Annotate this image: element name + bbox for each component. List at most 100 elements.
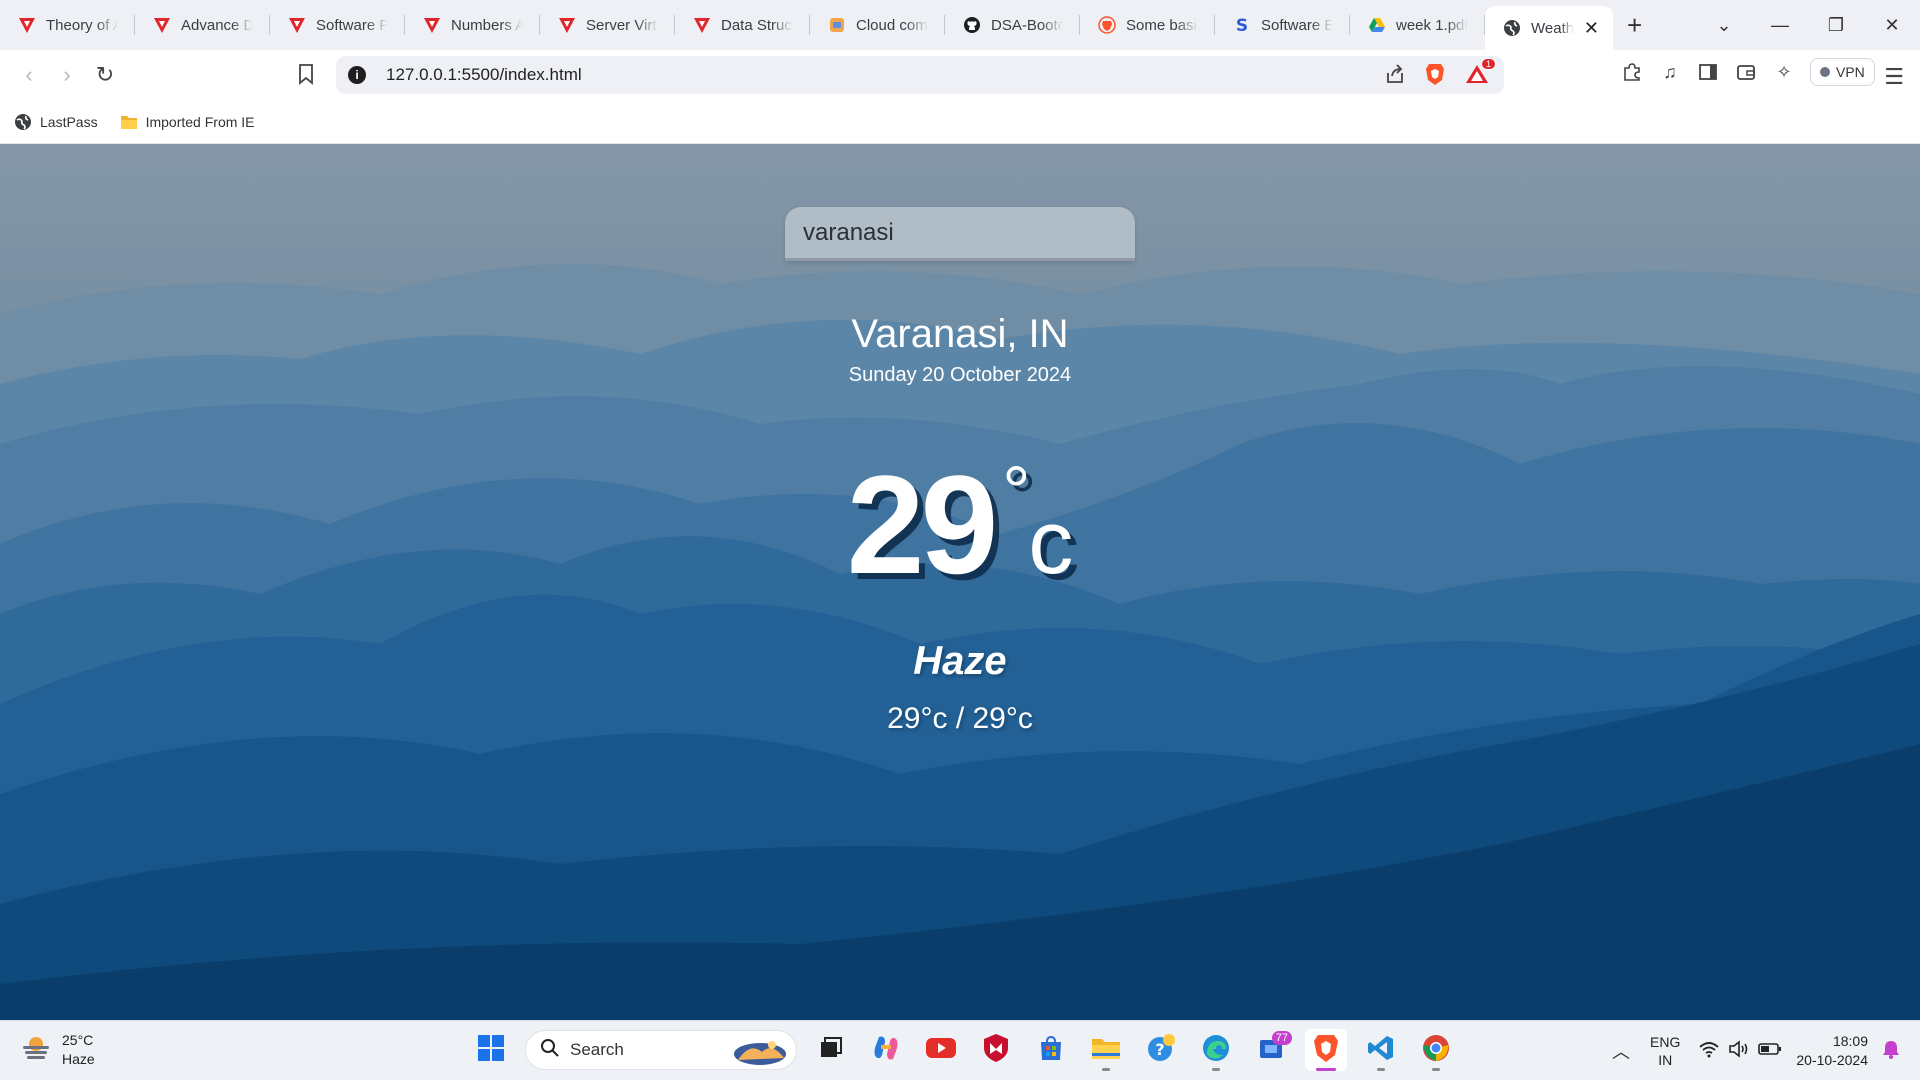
weather-condition: Haze: [913, 639, 1007, 683]
bookmarks-bar: LastPass Imported From IE: [0, 100, 1920, 144]
tab[interactable]: Software Pr: [270, 0, 405, 50]
city-search-input[interactable]: varanasi: [785, 207, 1135, 261]
wallet-icon[interactable]: [1734, 60, 1758, 84]
tab[interactable]: Server Virtu: [540, 0, 675, 50]
tab-label: Theory of A: [46, 16, 118, 34]
chrome-icon: [1421, 1033, 1451, 1068]
google-drive-icon: [1368, 16, 1386, 34]
reload-icon[interactable]: ↻: [86, 62, 124, 88]
brave-rewards-icon[interactable]: 1: [1464, 58, 1496, 91]
tab[interactable]: Data Structu: [675, 0, 810, 50]
mcafee-button[interactable]: [975, 1029, 1017, 1071]
tab[interactable]: Numbers Ap: [405, 0, 540, 50]
temperature-display: 29 °c: [0, 444, 1920, 606]
tab[interactable]: Advance Da: [135, 0, 270, 50]
sidebar-icon[interactable]: [1696, 60, 1720, 84]
vscode-button[interactable]: [1360, 1029, 1402, 1071]
media-icon[interactable]: ♫: [1658, 60, 1682, 84]
battery-icon[interactable]: [1758, 1041, 1782, 1062]
language-indicator[interactable]: ENG IN: [1650, 1033, 1680, 1069]
vivo-logo-icon: [558, 16, 576, 34]
weather-widget[interactable]: 25°C Haze: [20, 1031, 95, 1069]
microsoft-store-button[interactable]: [1030, 1029, 1072, 1071]
search-label: Search: [570, 1040, 624, 1059]
search-icon: [540, 1038, 560, 1063]
hi-low-temperature: 29°c / 29°c: [887, 702, 1033, 735]
temperature-unit: c: [1028, 493, 1074, 593]
time-label: 18:09: [1832, 1033, 1868, 1049]
youtube-icon: [925, 1036, 957, 1065]
vpn-button[interactable]: VPN: [1810, 58, 1875, 86]
close-window-icon[interactable]: ✕: [1864, 15, 1920, 36]
tab[interactable]: DSA-Bootca: [945, 0, 1080, 50]
widget-temperature: 25°C: [62, 1032, 94, 1048]
tab-label: Server Virtu: [586, 16, 658, 34]
tab-search-icon[interactable]: ⌄: [1696, 15, 1752, 36]
back-icon[interactable]: ‹: [10, 62, 48, 88]
volume-icon[interactable]: [1728, 1039, 1750, 1063]
tab-label: Software En: [1261, 16, 1333, 34]
start-button[interactable]: [470, 1029, 512, 1071]
toolbar-actions: ♫ ✧ VPN: [1620, 58, 1875, 86]
tab[interactable]: Cloud comp: [810, 0, 945, 50]
site-info-icon[interactable]: i: [348, 66, 366, 84]
tab-label: week 1.pdf: [1396, 16, 1468, 34]
copilot-button[interactable]: [865, 1029, 907, 1071]
close-tab-icon[interactable]: ✕: [1584, 18, 1599, 39]
tab[interactable]: Some basic: [1080, 0, 1215, 50]
brave-button[interactable]: [1305, 1029, 1347, 1071]
globe-icon: [14, 113, 32, 131]
tab-label: Cloud comp: [856, 16, 928, 34]
windows-logo-icon: [477, 1034, 505, 1067]
windows-taskbar: 25°C Haze Search ? 77 ︿ ENG IN 18:09 20-…: [0, 1020, 1920, 1080]
store-notifications-button[interactable]: 77: [1250, 1029, 1292, 1071]
tab[interactable]: S Software En: [1215, 0, 1350, 50]
running-indicator: [1432, 1068, 1440, 1071]
task-view-button[interactable]: [810, 1029, 852, 1071]
clock[interactable]: 18:09 20-10-2024: [1796, 1032, 1868, 1070]
running-indicator: [1316, 1068, 1336, 1071]
youtube-button[interactable]: [920, 1029, 962, 1071]
tab-label: Some basic: [1126, 16, 1198, 34]
bookmark-label: Imported From IE: [145, 113, 255, 130]
minimize-icon[interactable]: —: [1752, 15, 1808, 36]
vivo-logo-icon: [288, 16, 306, 34]
bookmark-item[interactable]: LastPass: [14, 113, 98, 131]
file-explorer-button[interactable]: [1085, 1029, 1127, 1071]
share-icon[interactable]: [1384, 63, 1406, 90]
chevron-up-icon[interactable]: ︿: [1612, 1038, 1630, 1064]
region-label: IN: [1658, 1052, 1673, 1068]
folder-icon: [1090, 1035, 1122, 1066]
tab[interactable]: week 1.pdf: [1350, 0, 1485, 50]
forward-icon[interactable]: ›: [48, 62, 86, 88]
window-controls: ⌄ — ❐ ✕: [1696, 0, 1920, 50]
wifi-icon[interactable]: [1698, 1040, 1720, 1063]
bookmark-item[interactable]: Imported From IE: [120, 113, 255, 131]
get-help-button[interactable]: ?: [1140, 1029, 1182, 1071]
chrome-button[interactable]: [1415, 1029, 1457, 1071]
degree-symbol: °: [1002, 452, 1031, 530]
bookmark-icon[interactable]: [296, 63, 316, 90]
menu-icon[interactable]: ☰: [1884, 64, 1904, 90]
vivo-logo-icon: [423, 16, 441, 34]
vivo-logo-icon: [693, 16, 711, 34]
tab-active[interactable]: Weath ✕: [1485, 6, 1613, 50]
brave-icon: [1098, 16, 1116, 34]
brave-shields-icon[interactable]: [1424, 62, 1446, 91]
tab-label: Numbers Ap: [451, 16, 523, 34]
restore-icon[interactable]: ❐: [1808, 15, 1864, 36]
taskbar-search[interactable]: Search: [525, 1030, 797, 1070]
tab-label: Software Pr: [316, 16, 388, 34]
tab[interactable]: Theory of A: [0, 0, 135, 50]
edge-button[interactable]: [1195, 1029, 1237, 1071]
tab-label: Data Structu: [721, 16, 793, 34]
copilot-icon: [871, 1033, 901, 1068]
address-bar[interactable]: i 127.0.0.1:5500/index.html 1: [336, 56, 1504, 94]
vivo-logo-icon: [153, 16, 171, 34]
extensions-icon[interactable]: [1620, 60, 1644, 84]
haze-weather-icon: [20, 1032, 52, 1069]
running-indicator: [1102, 1068, 1110, 1071]
leo-ai-icon[interactable]: ✧: [1772, 60, 1796, 84]
new-tab-button[interactable]: +: [1627, 10, 1642, 41]
notification-bell-icon[interactable]: [1882, 1039, 1900, 1064]
